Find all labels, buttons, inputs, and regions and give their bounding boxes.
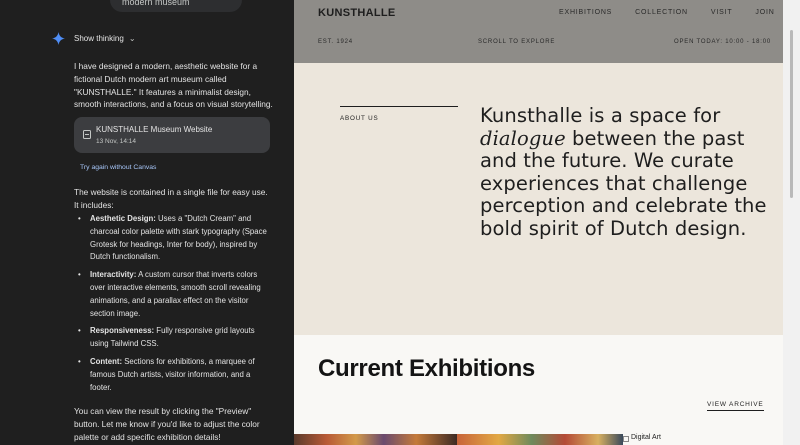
view-archive-link[interactable]: VIEW ARCHIVE — [707, 401, 764, 411]
website-preview: KUNSTHALLE EXHIBITIONS COLLECTION VISIT … — [294, 0, 800, 445]
opening-hours: OPEN TODAY: 10:00 - 18:00 — [674, 39, 772, 45]
site-nav: EXHIBITIONS COLLECTION VISIT JOIN — [559, 9, 775, 16]
section-divider — [340, 106, 458, 107]
response-closing: You can view the result by clicking the … — [74, 406, 260, 442]
nav-link-collection[interactable]: COLLECTION — [635, 9, 688, 16]
site-logo[interactable]: KUNSTHALLE — [318, 7, 396, 19]
feature-label: Content: — [90, 356, 123, 366]
response-contained: The website is contained in a single fil… — [74, 187, 268, 210]
about-emphasis: dialogue — [480, 126, 566, 150]
hero-established: EST. 1924 — [318, 39, 353, 45]
image-alt-text: Digital Art — [631, 434, 661, 441]
previous-user-message: modern museum — [110, 0, 242, 12]
scroll-to-explore[interactable]: SCROLL TO EXPLORE — [478, 39, 555, 45]
canvas-card-title: KUNSTHALLE Museum Website — [96, 125, 213, 134]
response-intro: I have designed a modern, aesthetic webs… — [74, 61, 273, 110]
list-item: Interactivity: A custom cursor that inve… — [78, 269, 274, 320]
document-icon — [83, 130, 91, 139]
about-section: ABOUT US Kunsthalle is a space for dialo… — [294, 63, 783, 335]
hero-section: KUNSTHALLE EXHIBITIONS COLLECTION VISIT … — [294, 0, 783, 63]
broken-image-icon — [623, 436, 629, 442]
chat-pane: modern museum Show thinking ⌄ I have des… — [0, 0, 294, 445]
nav-link-exhibitions[interactable]: EXHIBITIONS — [559, 9, 612, 16]
nav-link-visit[interactable]: VISIT — [711, 9, 733, 16]
exhibitions-section: Current Exhibitions VIEW ARCHIVE Digital… — [294, 335, 783, 445]
exhibition-image[interactable] — [457, 434, 623, 445]
feature-label: Responsiveness: — [90, 326, 155, 336]
about-statement: Kunsthalle is a space for dialogue betwe… — [480, 104, 770, 241]
feature-label: Interactivity: — [90, 270, 137, 280]
canvas-card-date: 13 Nov, 14:14 — [96, 138, 136, 145]
gemini-sparkle-icon — [52, 32, 65, 45]
nav-link-join[interactable]: JOIN — [755, 9, 774, 16]
chevron-down-icon: ⌄ — [128, 34, 136, 43]
feature-label: Aesthetic Design: — [90, 214, 156, 223]
try-again-without-canvas-link[interactable]: Try again without Canvas — [80, 164, 156, 171]
show-thinking-toggle[interactable]: Show thinking ⌄ — [52, 32, 136, 45]
list-item: Responsiveness: Fully responsive grid la… — [78, 325, 274, 351]
exhibition-image[interactable] — [294, 434, 457, 445]
canvas-card[interactable]: KUNSTHALLE Museum Website 13 Nov, 14:14 — [74, 117, 270, 153]
list-item: Aesthetic Design: Uses a "Dutch Cream" a… — [78, 213, 274, 264]
about-label: ABOUT US — [340, 115, 379, 122]
show-thinking-label: Show thinking — [74, 34, 124, 43]
about-text-start: Kunsthalle is a space for — [480, 104, 721, 127]
feature-list: Aesthetic Design: Uses a "Dutch Cream" a… — [78, 213, 274, 399]
scrollbar-thumb[interactable] — [790, 30, 793, 198]
list-item: Content: Sections for exhibitions, a mar… — [78, 356, 274, 394]
exhibition-image-broken[interactable]: Digital Art — [623, 434, 661, 442]
exhibitions-title: Current Exhibitions — [318, 355, 535, 382]
